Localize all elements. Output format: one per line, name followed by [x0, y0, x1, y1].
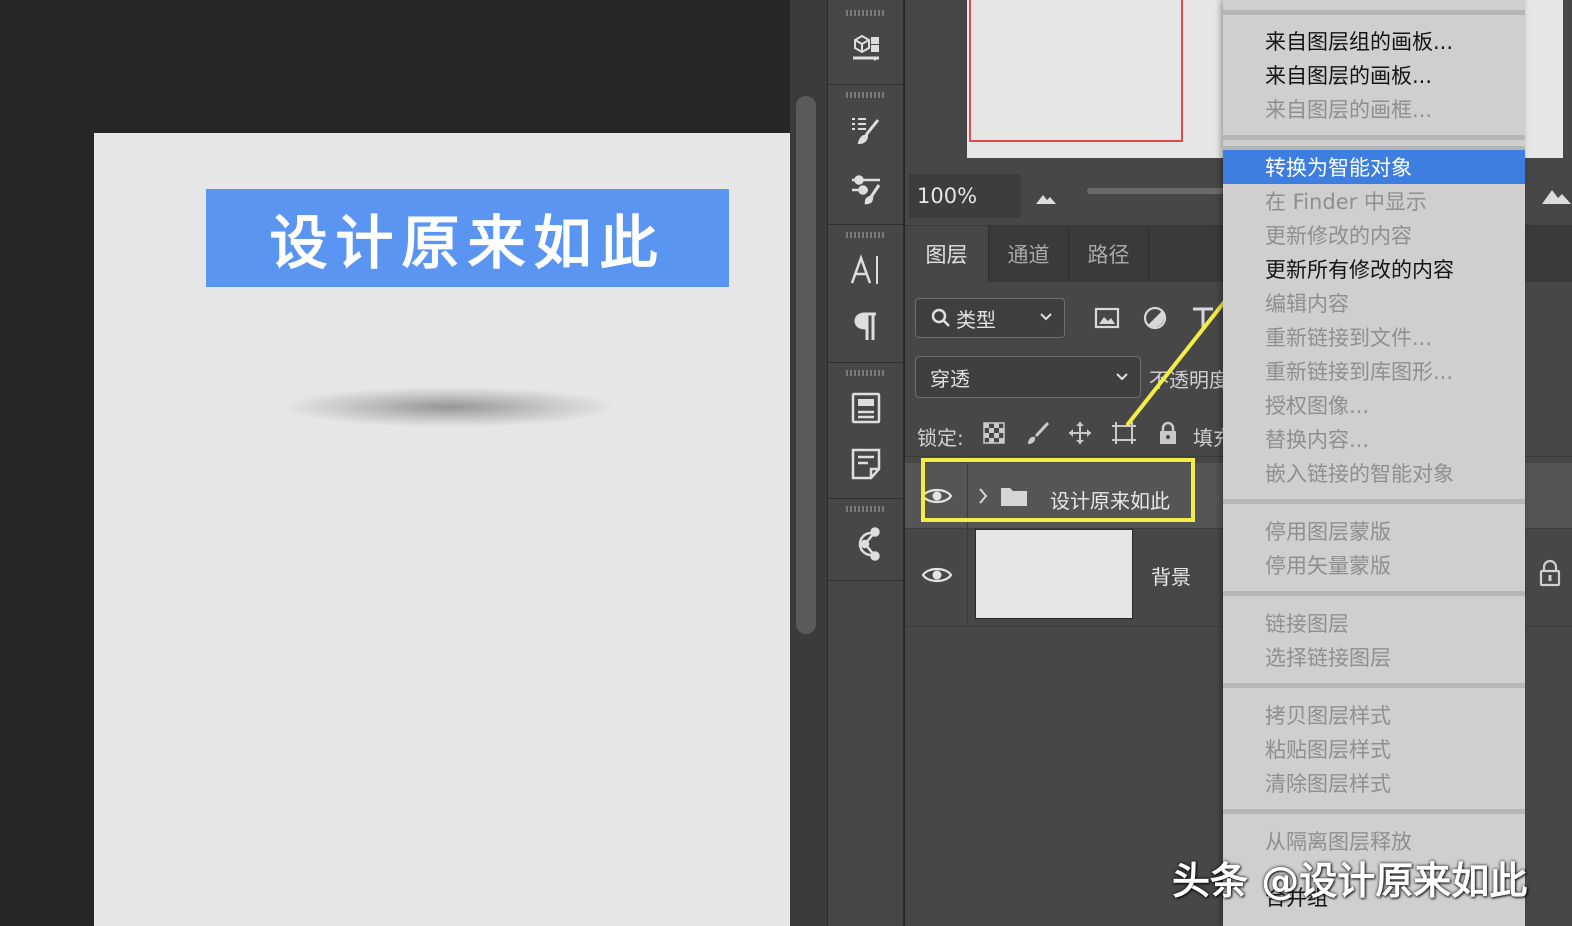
lock-label: 锁定:: [917, 426, 964, 450]
chevron-down-icon: [1040, 313, 1052, 321]
menu-separator: [1223, 683, 1525, 688]
blend-mode-select[interactable]: 穿透: [915, 356, 1141, 398]
zoom-out-mountain-icon[interactable]: [1033, 184, 1059, 210]
menu-separator: [1223, 809, 1525, 814]
adjustment-filter-icon[interactable]: [1141, 304, 1169, 332]
watermark-text: 头条 @设计原来如此: [1172, 859, 1528, 903]
adjustments-brush-icon[interactable]: [848, 170, 884, 206]
visibility-column-divider: [967, 529, 968, 626]
separator: [828, 224, 904, 225]
menu-item[interactable]: 更新所有修改的内容: [1223, 252, 1525, 286]
lock-all-icon[interactable]: [1155, 420, 1181, 446]
filter-kind-value: 类型: [956, 307, 996, 332]
paragraph-icon[interactable]: [848, 308, 884, 344]
tab-channels[interactable]: 通道: [989, 226, 1069, 282]
separator: [828, 84, 904, 85]
menu-separator: [1223, 135, 1525, 140]
zoom-in-mountain-icon[interactable]: [1541, 180, 1571, 210]
properties-icon[interactable]: [848, 390, 884, 426]
menu-item[interactable]: 转换为智能对象: [1223, 150, 1525, 184]
menu-item: 替换内容...: [1265, 428, 1370, 452]
tab-layers[interactable]: 图层: [905, 226, 989, 282]
image-filter-icon[interactable]: [1093, 304, 1121, 332]
layer-lock-icon: [1539, 559, 1561, 587]
menu-item: 嵌入链接的智能对象: [1265, 462, 1454, 486]
menu-item: 拷贝图层样式: [1265, 704, 1391, 728]
chevron-down-icon: [1116, 373, 1128, 381]
separator: [828, 498, 904, 499]
banner-title[interactable]: 设计原来如此: [206, 189, 729, 287]
grip-handle[interactable]: [846, 10, 886, 16]
menu-item: 清除图层样式: [1265, 772, 1391, 796]
lock-transparent-icon[interactable]: [981, 420, 1007, 446]
menu-item: 选择链接图层: [1265, 646, 1391, 670]
search-icon: [931, 308, 950, 327]
opacity-label: 不透明度: [1149, 368, 1229, 392]
menu-separator: [1223, 10, 1525, 15]
menu-separator: [1223, 591, 1525, 596]
menu-item: 粘贴图层样式: [1265, 738, 1391, 762]
menu-item: 更新修改的内容: [1265, 224, 1412, 248]
zoom-slider[interactable]: [1087, 188, 1237, 194]
menu-item: 重新链接到文件...: [1265, 326, 1433, 350]
menu-item: 停用图层蒙版: [1265, 520, 1391, 544]
layer-thumbnail[interactable]: [975, 529, 1133, 619]
lock-paint-icon[interactable]: [1025, 420, 1051, 446]
type-filter-icon[interactable]: [1189, 304, 1217, 332]
eye-icon[interactable]: [921, 563, 953, 587]
separator: [828, 362, 904, 363]
filter-kind-select[interactable]: 类型: [915, 298, 1065, 338]
menu-item: 在 Finder 中显示: [1265, 190, 1427, 214]
paths-connect-icon[interactable]: [848, 526, 884, 562]
menu-separator: [1223, 499, 1525, 504]
notes-icon[interactable]: [848, 446, 884, 482]
menu-item: 来自图层的画框...: [1265, 98, 1433, 122]
character-icon[interactable]: [848, 252, 884, 288]
lock-artboard-icon[interactable]: [1111, 420, 1137, 446]
menu-item[interactable]: 来自图层组的画板...: [1223, 24, 1525, 58]
menu-item: 编辑内容: [1265, 292, 1349, 316]
tab-paths[interactable]: 路径: [1069, 226, 1149, 282]
annotation-highlight-box: [921, 458, 1195, 522]
document-canvas[interactable]: 设计原来如此: [94, 133, 790, 926]
lock-move-icon[interactable]: [1067, 420, 1093, 446]
grip-handle[interactable]: [846, 232, 886, 238]
menu-item: 停用矢量蒙版: [1265, 554, 1391, 578]
grip-handle[interactable]: [846, 370, 886, 376]
context-menu: 来自图层组的画板... 来自图层的画板... 来自图层的画框... 转换为智能对象在 …: [1223, 0, 1525, 926]
menu-item: 授权图像...: [1265, 394, 1370, 418]
brush-presets-icon[interactable]: [848, 112, 884, 148]
layer-name[interactable]: 背景: [1151, 561, 1191, 590]
panel-icon-strip: [828, 0, 904, 926]
canvas-area[interactable]: 设计原来如此: [0, 0, 790, 926]
menu-item[interactable]: 来自图层的画板...: [1223, 58, 1525, 92]
3d-cube-icon[interactable]: [848, 30, 884, 66]
separator: [828, 580, 904, 581]
grip-handle[interactable]: [846, 92, 886, 98]
banner-shadow: [284, 387, 614, 427]
canvas-vertical-scrollbar[interactable]: [796, 96, 816, 634]
navigator-view-rectangle[interactable]: [969, 0, 1183, 142]
blend-mode-value: 穿透: [930, 366, 970, 391]
grip-handle[interactable]: [846, 506, 886, 512]
menu-item: 重新链接到库图形...: [1265, 360, 1454, 384]
menu-item: 链接图层: [1265, 612, 1349, 636]
zoom-input[interactable]: 100%: [909, 174, 1021, 218]
